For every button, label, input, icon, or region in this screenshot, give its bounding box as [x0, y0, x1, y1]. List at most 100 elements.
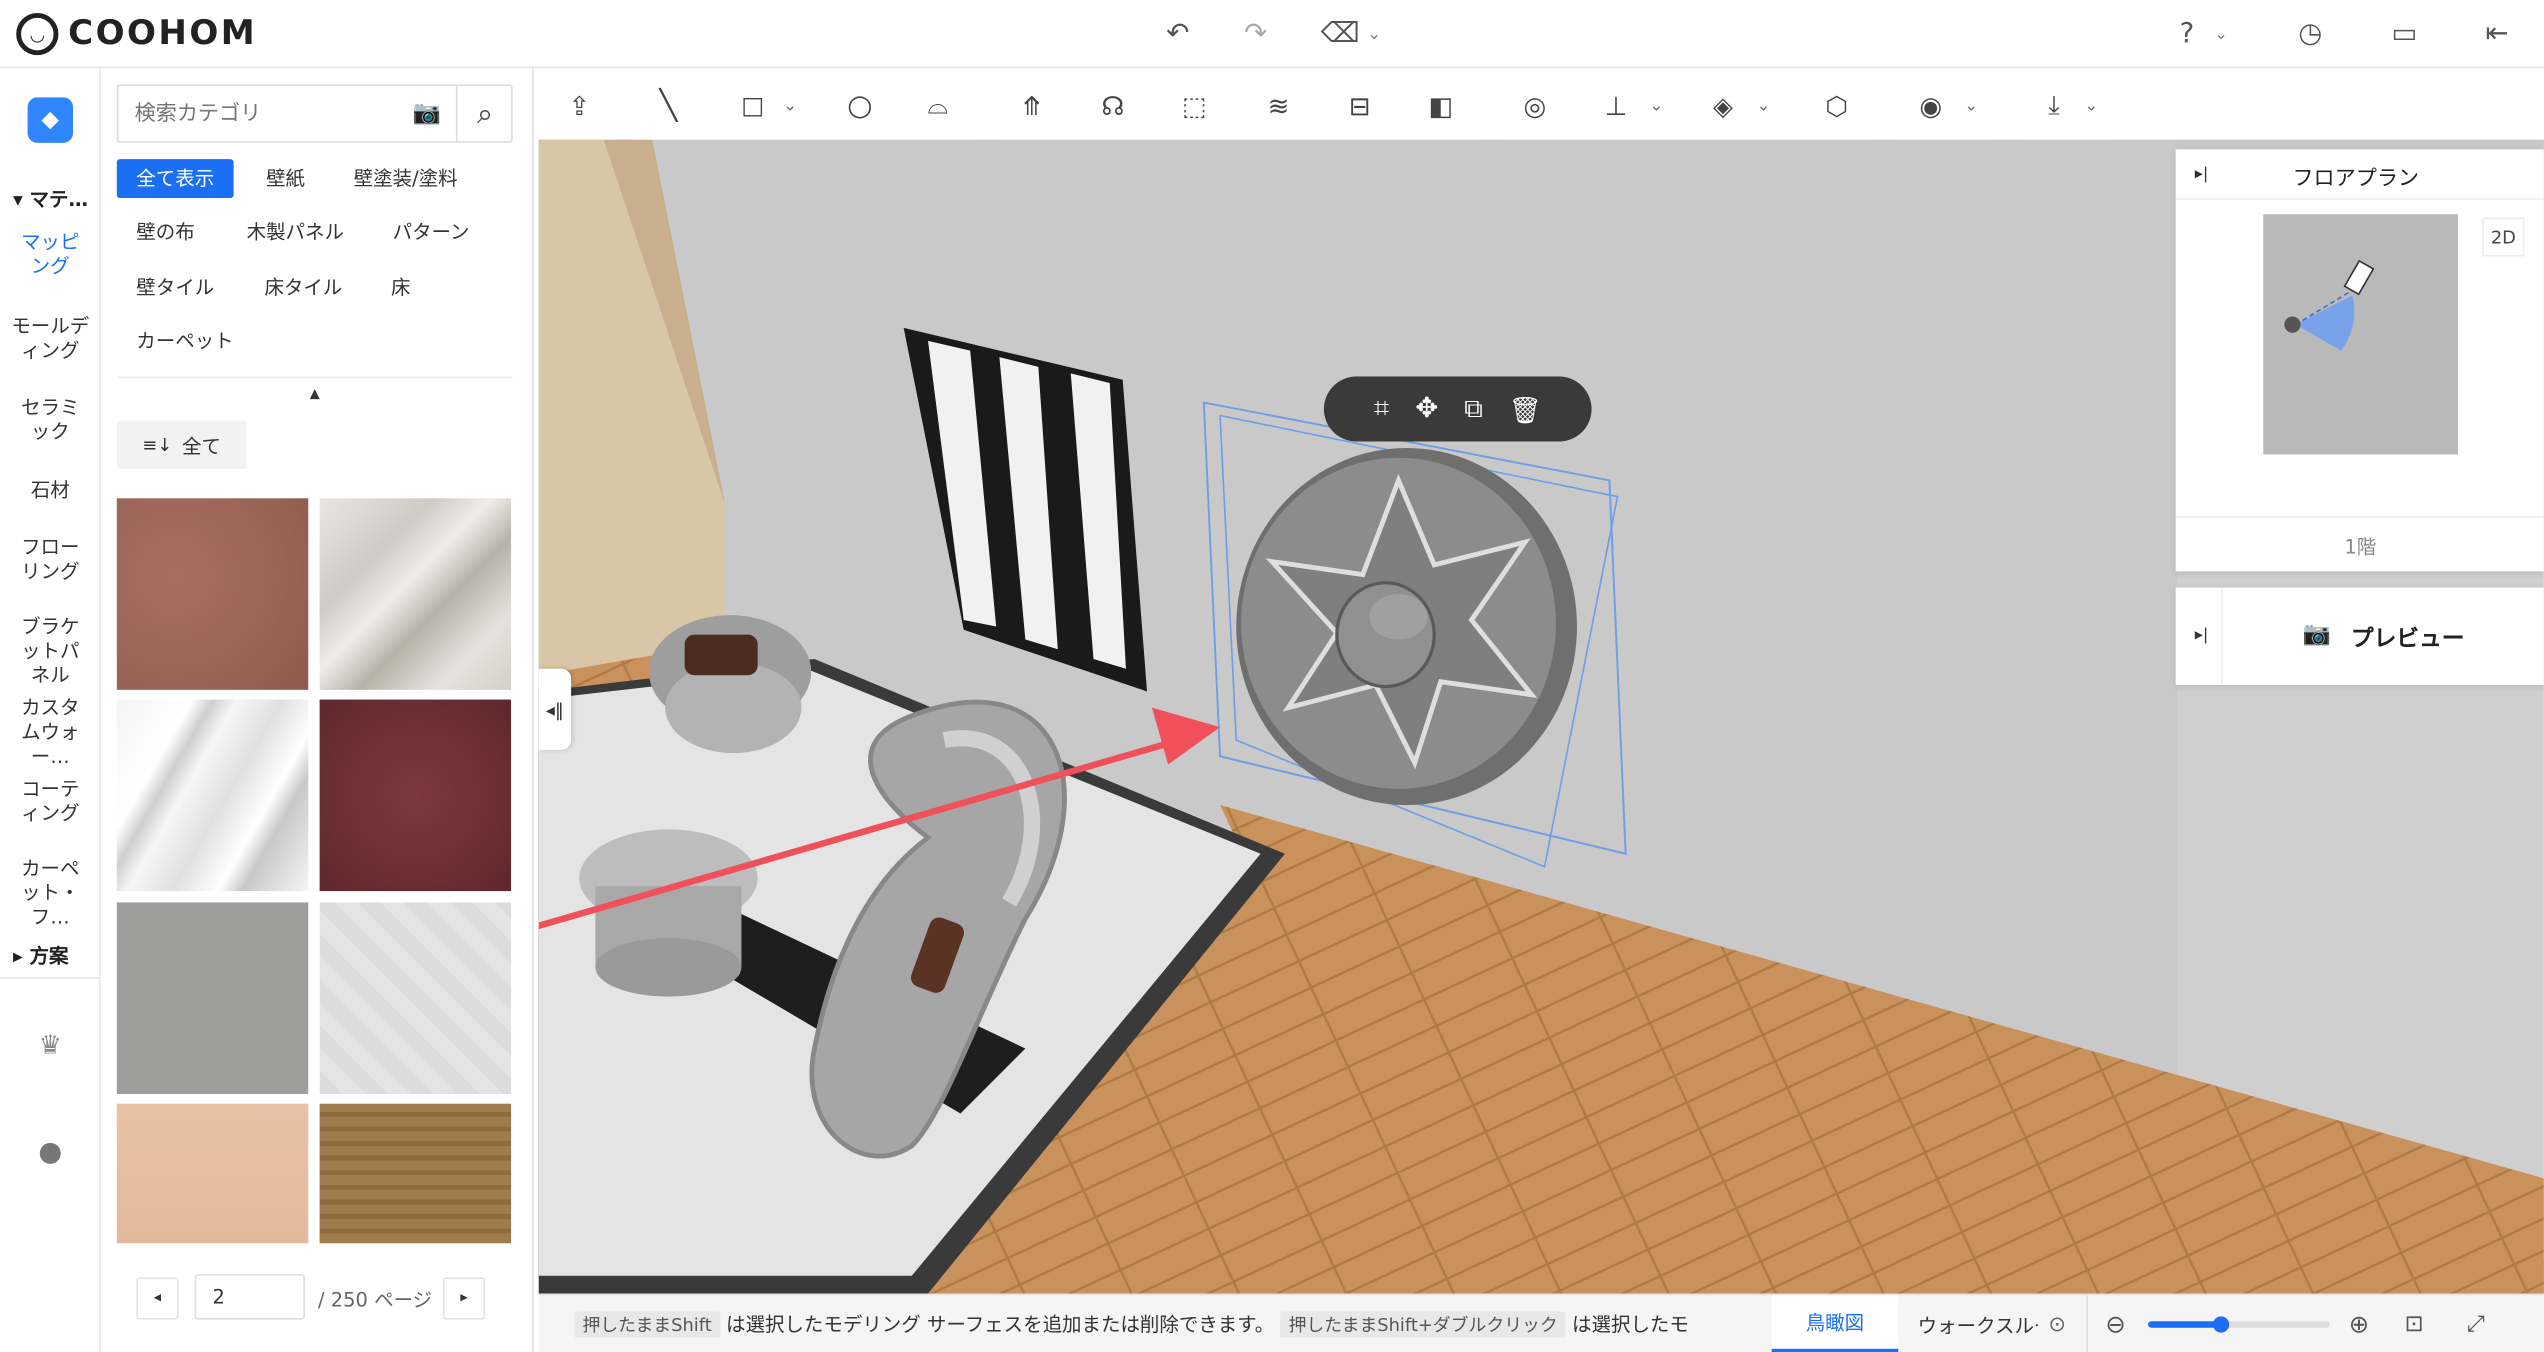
next-page-button[interactable]: ▸ [442, 1277, 486, 1320]
fullscreen-icon[interactable]: ⤢ [2456, 1305, 2495, 1344]
visibility-icon[interactable]: ◉ [1898, 71, 1963, 139]
eraser-dropdown-icon[interactable]: ⌄ [1363, 19, 1386, 48]
push-pull-icon[interactable]: ⤊ [999, 71, 1064, 139]
chip-wall-cloth[interactable]: 壁の布 [117, 213, 214, 252]
materials-nav-icon[interactable]: ◆ [27, 97, 74, 143]
visibility-dropdown-icon[interactable]: ⌄ [1960, 94, 1983, 117]
crown-icon[interactable]: ♛ [29, 1023, 71, 1065]
chip-all[interactable]: 全て表示 [116, 159, 234, 199]
material-swatch[interactable] [116, 498, 309, 690]
chip-wallpaper[interactable]: 壁紙 [247, 159, 325, 198]
preview-collapse-icon[interactable]: ▸| [2189, 620, 2215, 649]
material-swatch[interactable] [319, 498, 512, 690]
rail-item-molding[interactable]: モールディング [0, 315, 101, 364]
rail-item-custom-wall[interactable]: カスタムウォー… [0, 696, 101, 769]
floorplan-title: フロアプラン [2292, 167, 2420, 192]
brush-dropdown-icon[interactable]: ⌄ [1752, 94, 1775, 117]
rail-section-materials[interactable]: ▾ マテ… [13, 185, 88, 213]
eraser-icon[interactable]: ⌫ [1317, 11, 1362, 56]
chip-pattern[interactable]: パターン [373, 213, 489, 252]
rail-item-flooring[interactable]: フローリング [0, 536, 101, 585]
move-icon[interactable]: ✥ [1415, 393, 1438, 425]
download-dropdown-icon[interactable]: ⌄ [2080, 94, 2103, 117]
duplicate-icon[interactable]: ⧉ [1464, 393, 1483, 425]
search-input[interactable] [118, 86, 403, 142]
prev-page-button[interactable]: ◂ [136, 1277, 179, 1320]
material-swatch[interactable] [116, 699, 309, 892]
help-icon[interactable]: ? [2164, 11, 2209, 56]
line-tool-icon[interactable]: ╲ [636, 71, 701, 139]
floorplan-map[interactable] [2263, 214, 2458, 455]
cube-icon[interactable]: ⬡ [1804, 71, 1869, 139]
rail-section-plans[interactable]: ▸ 方案 [13, 941, 69, 969]
arc-tool-icon[interactable]: ⌓ [905, 71, 970, 139]
delete-icon[interactable]: 🗑 [1509, 394, 1542, 425]
chip-floor[interactable]: 床 [372, 268, 430, 307]
camera-icon[interactable]: 📷 [2299, 617, 2335, 653]
chip-wall-paint[interactable]: 壁塗装/塗料 [334, 159, 477, 198]
zoom-slider-fill [2148, 1321, 2220, 1328]
panel-icon[interactable]: ⊟ [1327, 71, 1392, 139]
exit-icon[interactable]: ⇤ [2474, 11, 2519, 56]
tab-bird-view[interactable]: 鳥瞰図 [1771, 1295, 1899, 1352]
material-swatch[interactable] [319, 1103, 512, 1244]
rail-item-carpet[interactable]: カーペット・フ… [0, 857, 101, 930]
material-swatch[interactable] [319, 902, 512, 1094]
material-swatch[interactable] [116, 902, 309, 1094]
view-2d-badge[interactable]: 2D [2482, 217, 2525, 257]
app-logo: COOHOM [68, 12, 258, 52]
page-input[interactable] [194, 1274, 306, 1320]
zoom-in-icon[interactable]: ⊕ [2340, 1305, 2379, 1344]
save-icon[interactable]: ▭ [2382, 11, 2427, 56]
light-icon[interactable]: ≋ [1246, 71, 1311, 139]
rectangle-dropdown-icon[interactable]: ⌄ [779, 94, 802, 117]
rail-item-coating[interactable]: コーティング [0, 777, 101, 826]
history-icon[interactable]: ◷ [2288, 11, 2333, 56]
filter-button[interactable]: ≡↓ 全て [116, 420, 247, 470]
material-brush-icon[interactable]: ◈ [1691, 71, 1756, 139]
user-icon[interactable]: ● [29, 1131, 71, 1173]
chip-wall-tile[interactable]: 壁タイル [117, 268, 234, 307]
camera-icon[interactable]: 📷 [407, 96, 446, 132]
preview-title[interactable]: プレビュー [2351, 622, 2465, 654]
chip-carpet[interactable]: カーペット [117, 321, 253, 360]
camera-orbit-icon[interactable]: ◎ [1502, 71, 1567, 139]
zoom-fit-icon[interactable]: ⊡ [2395, 1305, 2434, 1344]
chip-wood-panel[interactable]: 木製パネル [227, 213, 363, 252]
search-icon[interactable]: ⌕ [462, 93, 507, 135]
tab-walkthrough-label: ウォークスルー [1917, 1314, 2054, 1338]
rail-item-mapping[interactable]: マッピング [0, 230, 101, 279]
screenshot-icon[interactable]: ⊙ [2037, 1304, 2077, 1344]
download-icon[interactable]: ⤓ [2022, 71, 2087, 139]
zoom-slider[interactable] [2148, 1316, 2330, 1333]
toolbar-group-draw: ╲ □ ⌄ ○ ⌓ [629, 71, 980, 140]
floor-level-label[interactable]: 1階 [2344, 532, 2376, 560]
collapse-left-icon: ◂‖ [545, 698, 564, 720]
circle-tool-icon[interactable]: ○ [827, 71, 892, 139]
align-dropdown-icon[interactable]: ⌄ [1645, 94, 1668, 117]
help-dropdown-icon[interactable]: ⌄ [2210, 19, 2233, 48]
collapse-chips-icon[interactable]: ▲ [299, 381, 331, 404]
upload-icon[interactable]: ⇪ [547, 71, 612, 139]
chip-floor-tile[interactable]: 床タイル [245, 268, 362, 307]
align-icon[interactable]: ⊥ [1583, 71, 1648, 139]
crop-icon[interactable]: ⌗ [1374, 393, 1390, 425]
redo-icon[interactable]: ↷ [1233, 11, 1278, 56]
material-swatch[interactable] [116, 1103, 309, 1244]
collapse-panel-handle[interactable]: ◂‖ [538, 668, 572, 750]
zoom-slider-thumb[interactable] [2212, 1316, 2230, 1333]
tab-walkthrough[interactable]: ウォークスルー [1918, 1295, 2058, 1352]
floorplan-collapse-icon[interactable]: ▸| [2189, 159, 2215, 188]
undo-icon[interactable]: ↶ [1155, 11, 1200, 56]
layout-icon[interactable]: ◧ [1408, 71, 1473, 139]
zoom-out-icon[interactable]: ⊖ [2096, 1305, 2135, 1344]
material-swatch[interactable] [319, 699, 512, 892]
preview-panel: ▸| 📷 プレビュー [2175, 587, 2544, 685]
rail-item-bracket-panel[interactable]: ブラケットパネル [0, 615, 101, 688]
top-bar: ◡ COOHOM ↶ ↷ ⌫ ⌄ ? ⌄ ◷ ▭ ⇤ [0, 0, 2544, 69]
rail-item-ceramic[interactable]: セラミック [0, 396, 101, 445]
rail-item-stone[interactable]: 石材 [0, 479, 101, 503]
sweep-icon[interactable]: ☊ [1081, 71, 1146, 139]
offset-icon[interactable]: ⬚ [1162, 71, 1227, 139]
rectangle-tool-icon[interactable]: □ [720, 71, 785, 139]
